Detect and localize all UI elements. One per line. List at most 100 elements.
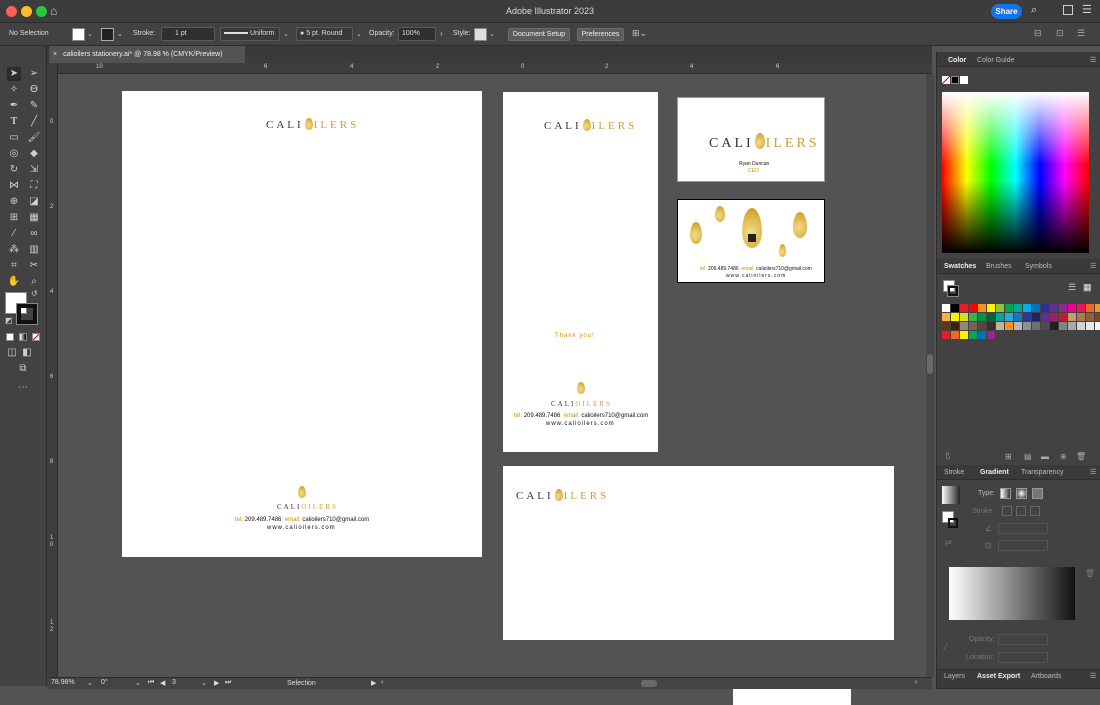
- style-dropdown-icon[interactable]: ⌄: [489, 30, 495, 38]
- stroke-weight-field[interactable]: 1 pt: [161, 27, 215, 41]
- scale-tool-icon[interactable]: ⇲: [27, 163, 41, 177]
- tab-transparency[interactable]: Transparency: [1021, 469, 1064, 476]
- business-card-back-artboard[interactable]: tel: 209.489.7486 email: calioilers710@g…: [677, 199, 825, 283]
- align-icon[interactable]: ⊟: [1034, 28, 1042, 39]
- color-spectrum[interactable]: [942, 92, 1089, 253]
- color-swatch[interactable]: [1050, 322, 1058, 330]
- swatch-libraries-icon[interactable]: ⩇: [946, 452, 950, 462]
- swatch-stroke-preview[interactable]: [947, 285, 959, 297]
- symbol-sprayer-tool-icon[interactable]: ⁂: [7, 243, 21, 257]
- color-swatch[interactable]: [1068, 304, 1076, 312]
- color-swatch[interactable]: [978, 322, 986, 330]
- color-swatch[interactable]: [987, 313, 995, 321]
- list-view-icon[interactable]: ☰: [1068, 282, 1076, 293]
- artboard-number-field[interactable]: 3: [172, 679, 200, 686]
- angle-field[interactable]: [998, 523, 1048, 534]
- color-swatch[interactable]: [1014, 304, 1022, 312]
- color-swatch[interactable]: [978, 313, 986, 321]
- color-swatch[interactable]: [996, 304, 1004, 312]
- business-card-front-artboard[interactable]: CALI ILERS Ryan Duncan CEO: [677, 97, 825, 182]
- color-swatch[interactable]: [1032, 304, 1040, 312]
- color-swatch[interactable]: [942, 304, 950, 312]
- color-swatch[interactable]: [1086, 304, 1094, 312]
- first-artboard-icon[interactable]: ⏮: [148, 679, 154, 687]
- none-mode-icon[interactable]: [32, 333, 40, 341]
- blend-tool-icon[interactable]: ∞: [27, 227, 41, 241]
- vertical-ruler[interactable]: 0 2 4 6 8 1 0 1 2: [47, 63, 58, 677]
- tab-swatches[interactable]: Swatches: [944, 263, 976, 270]
- color-swatch[interactable]: [1032, 313, 1040, 321]
- edit-toolbar-icon[interactable]: ⋯: [16, 381, 30, 395]
- next-artboard-icon[interactable]: ▶: [214, 679, 219, 687]
- panel-menu-icon[interactable]: ☰: [1090, 672, 1096, 680]
- fill-dropdown-icon[interactable]: ⌄: [87, 30, 93, 38]
- color-swatch[interactable]: [978, 304, 986, 312]
- fill-swatch[interactable]: [72, 28, 85, 41]
- line-segment-tool-icon[interactable]: ╱: [27, 115, 41, 129]
- tab-gradient[interactable]: Gradient: [980, 469, 1009, 476]
- color-swatch[interactable]: [942, 313, 950, 321]
- tab-close-icon[interactable]: ×: [53, 51, 57, 58]
- color-swatch[interactable]: [1014, 322, 1022, 330]
- tab-color[interactable]: Color: [948, 57, 966, 64]
- gradient-preview[interactable]: [942, 486, 960, 504]
- color-swatch[interactable]: [960, 304, 968, 312]
- stop-opacity-field[interactable]: [998, 634, 1048, 645]
- panels-icon[interactable]: ☰: [1082, 3, 1092, 16]
- color-swatch[interactable]: [1077, 304, 1085, 312]
- color-swatch[interactable]: [1086, 322, 1094, 330]
- swatch-options-icon[interactable]: ▤: [1024, 452, 1032, 461]
- tab-brushes[interactable]: Brushes: [986, 263, 1012, 270]
- previous-artboard-icon[interactable]: ◀: [160, 679, 165, 687]
- swap-fill-stroke-icon[interactable]: ↺: [31, 289, 38, 298]
- color-swatch[interactable]: [1059, 304, 1067, 312]
- freeform-gradient-icon[interactable]: [1032, 488, 1043, 499]
- last-artboard-icon[interactable]: ⏭: [225, 679, 231, 687]
- color-swatch[interactable]: [1041, 304, 1049, 312]
- color-swatch[interactable]: [1032, 322, 1040, 330]
- rotation-field[interactable]: 0°: [101, 679, 131, 686]
- profile-dropdown-icon[interactable]: ⌄: [283, 30, 289, 38]
- rotate-tool-icon[interactable]: ↻: [7, 163, 21, 177]
- stroke-across-icon[interactable]: [1030, 506, 1040, 516]
- document-setup-button[interactable]: Document Setup: [508, 28, 570, 41]
- share-button[interactable]: Share: [991, 4, 1022, 19]
- envelope-artboard[interactable]: CALI ILERS: [503, 466, 894, 640]
- color-swatch[interactable]: [1086, 313, 1094, 321]
- white-color-icon[interactable]: [960, 76, 968, 84]
- preferences-button[interactable]: Preferences: [577, 28, 624, 41]
- gradient-tool-icon[interactable]: ▦: [27, 211, 41, 225]
- color-swatch[interactable]: [1050, 313, 1058, 321]
- color-swatch[interactable]: [1041, 322, 1049, 330]
- color-swatch[interactable]: [951, 331, 959, 339]
- canvas[interactable]: CALI ILERS CALIOILERS tel: 209.489.7486 e…: [58, 74, 926, 677]
- color-swatch[interactable]: [1095, 322, 1100, 330]
- stroke-swatch[interactable]: [101, 28, 114, 41]
- color-swatch[interactable]: [1059, 322, 1067, 330]
- color-swatch[interactable]: [942, 322, 950, 330]
- notecard-artboard[interactable]: CALI ILERS Thank you! CALIOILERS tel: 209…: [503, 92, 658, 452]
- color-swatch[interactable]: [1005, 313, 1013, 321]
- color-swatch[interactable]: [1077, 322, 1085, 330]
- direct-selection-tool-icon[interactable]: ➢: [27, 67, 41, 81]
- color-swatch[interactable]: [969, 331, 977, 339]
- color-swatch[interactable]: [996, 313, 1004, 321]
- color-swatch[interactable]: [969, 322, 977, 330]
- stroke-dropdown-icon[interactable]: ⌄: [117, 30, 123, 38]
- delete-swatch-icon[interactable]: 🗑: [1076, 452, 1086, 461]
- delete-stop-icon[interactable]: 🗑: [1085, 569, 1095, 578]
- curvature-tool-icon[interactable]: ✎: [27, 99, 41, 113]
- gradient-mode-icon[interactable]: [19, 333, 27, 341]
- color-swatch[interactable]: [1014, 313, 1022, 321]
- magic-wand-tool-icon[interactable]: ✧: [7, 83, 21, 97]
- hscroll-left-icon[interactable]: ‹: [381, 679, 383, 686]
- document-tab[interactable]: × calioilers stationery.ai* @ 78.98 % (CM…: [49, 46, 245, 63]
- new-swatch-icon[interactable]: ⊕: [1060, 452, 1067, 461]
- width-tool-icon[interactable]: ⋈: [7, 179, 21, 193]
- color-swatch[interactable]: [1005, 304, 1013, 312]
- color-swatch[interactable]: [1068, 322, 1076, 330]
- tab-color-guide[interactable]: Color Guide: [977, 57, 1014, 64]
- free-transform-tool-icon[interactable]: ⛶: [27, 179, 41, 193]
- close-window-button[interactable]: [6, 6, 17, 17]
- change-screen-mode-icon[interactable]: ⧉: [16, 362, 30, 376]
